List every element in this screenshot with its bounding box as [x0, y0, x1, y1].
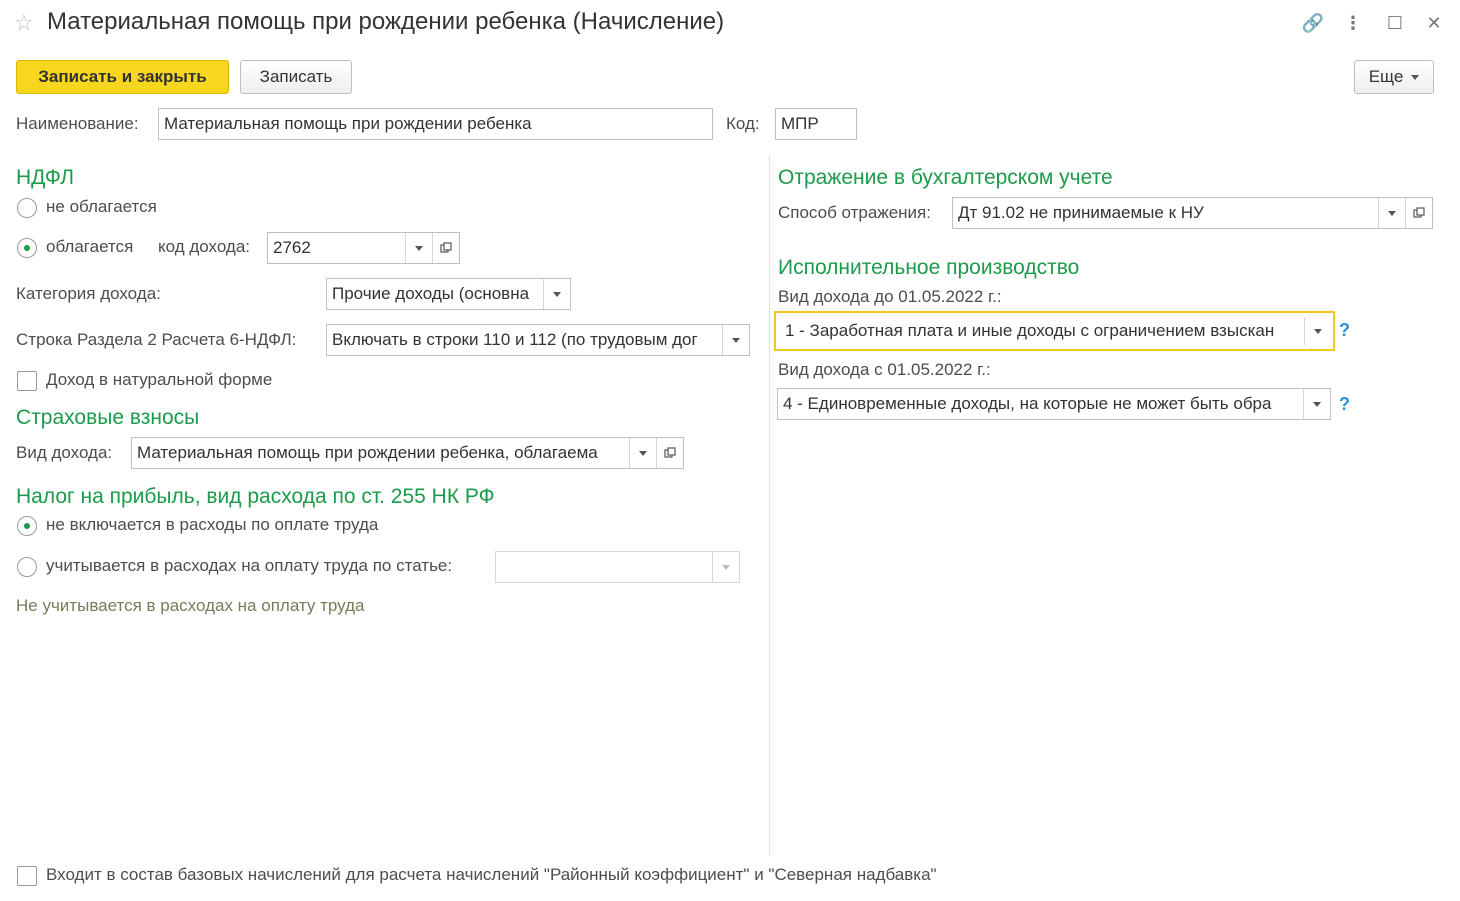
more-button-label: Еще	[1368, 67, 1404, 86]
help-icon[interactable]: ?	[1339, 394, 1350, 415]
accounting-method-select[interactable]: Дт 91.02 не принимаемые к НУ	[952, 197, 1433, 229]
open-icon[interactable]	[1405, 198, 1432, 228]
not-included-radio[interactable]	[17, 516, 37, 536]
included-label[interactable]: учитывается в расходах на оплату труда п…	[46, 556, 452, 576]
ndfl-line-select[interactable]: Включать в строки 110 и 112 (по трудовым…	[326, 324, 750, 356]
code-field[interactable]: МПР	[775, 108, 857, 140]
ndfl-header: НДФЛ	[16, 166, 74, 189]
more-button[interactable]: Еще	[1354, 60, 1434, 94]
name-label: Наименование:	[16, 114, 139, 133]
category-select[interactable]: Прочие доходы (основна	[326, 278, 571, 310]
maximize-icon[interactable]: ☐	[1382, 10, 1408, 36]
ndfl-taxed-radio[interactable]	[17, 238, 37, 258]
in-kind-checkbox[interactable]	[17, 371, 37, 391]
ndfl-taxed-label[interactable]: облагается	[46, 237, 133, 257]
dropdown-arrow-icon[interactable]	[1378, 198, 1405, 228]
before-date-value: 1 - Заработная плата и иные доходы с огр…	[785, 321, 1275, 340]
insurance-income-value: Материальная помощь при рождении ребенка…	[137, 443, 598, 462]
link-icon[interactable]: 🔗	[1300, 10, 1326, 36]
profit-tax-hint: Не учитывается в расходах на оплату труд…	[16, 596, 365, 615]
window-title: Материальная помощь при рождении ребенка…	[47, 8, 725, 35]
favorite-star-icon[interactable]: ☆	[14, 10, 34, 36]
after-date-select[interactable]: 4 - Единовременные доходы, на которые не…	[777, 388, 1331, 420]
name-value: Материальная помощь при рождении ребенка	[164, 114, 532, 133]
dropdown-arrow-icon[interactable]	[722, 325, 749, 355]
after-date-value: 4 - Единовременные доходы, на которые не…	[783, 394, 1272, 413]
category-label: Категория дохода:	[16, 284, 161, 303]
category-value: Прочие доходы (основна	[332, 284, 530, 303]
income-code-value: 2762	[273, 238, 311, 257]
dropdown-arrow-icon[interactable]	[543, 279, 570, 309]
help-icon[interactable]: ?	[1339, 320, 1350, 341]
insurance-header: Страховые взносы	[16, 406, 200, 429]
dropdown-arrow-icon[interactable]	[712, 552, 739, 582]
close-icon[interactable]: ✕	[1421, 10, 1447, 36]
ndfl-line-value: Включать в строки 110 и 112 (по трудовым…	[332, 330, 698, 349]
included-radio[interactable]	[17, 557, 37, 577]
dropdown-arrow-icon[interactable]	[629, 438, 656, 468]
ndfl-not-taxed-label[interactable]: не облагается	[46, 197, 157, 217]
article-select[interactable]	[495, 551, 740, 583]
dropdown-arrow-icon[interactable]	[405, 233, 432, 263]
ndfl-line-label: Строка Раздела 2 Расчета 6-НДФЛ:	[16, 330, 297, 349]
dropdown-arrow-icon[interactable]	[1303, 389, 1330, 419]
code-value: МПР	[781, 114, 819, 133]
income-code-label: код дохода:	[158, 237, 251, 256]
open-icon[interactable]	[656, 438, 683, 468]
base-accruals-checkbox[interactable]	[17, 866, 37, 886]
ndfl-not-taxed-radio[interactable]	[17, 198, 37, 218]
dropdown-arrow-icon[interactable]	[1304, 317, 1331, 345]
save-close-button[interactable]: Записать и закрыть	[16, 60, 229, 94]
enforcement-header: Исполнительное производство	[778, 256, 1080, 279]
before-date-select[interactable]: 1 - Заработная плата и иные доходы с огр…	[774, 311, 1335, 351]
chevron-down-icon	[1411, 74, 1420, 80]
code-label: Код:	[726, 114, 760, 133]
more-vertical-icon[interactable]: ⋮	[1340, 10, 1366, 36]
base-accruals-label[interactable]: Входит в состав базовых начислений для р…	[46, 865, 937, 885]
open-icon[interactable]	[432, 233, 459, 263]
in-kind-label[interactable]: Доход в натуральной форме	[46, 370, 272, 390]
income-code-field[interactable]: 2762	[267, 232, 460, 264]
not-included-label[interactable]: не включается в расходы по оплате труда	[46, 515, 378, 535]
insurance-income-select[interactable]: Материальная помощь при рождении ребенка…	[131, 437, 684, 469]
before-date-label: Вид дохода до 01.05.2022 г.:	[778, 287, 1002, 306]
accounting-method-value: Дт 91.02 не принимаемые к НУ	[958, 203, 1204, 222]
insurance-income-label: Вид дохода:	[16, 443, 113, 462]
accounting-header: Отражение в бухгалтерском учете	[778, 166, 1113, 189]
name-field[interactable]: Материальная помощь при рождении ребенка	[158, 108, 713, 140]
accounting-method-label: Способ отражения:	[778, 203, 931, 222]
after-date-label: Вид дохода с 01.05.2022 г.:	[778, 360, 991, 379]
profit-tax-header: Налог на прибыль, вид расхода по ст. 255…	[16, 485, 495, 508]
save-button[interactable]: Записать	[240, 60, 352, 94]
column-divider	[769, 156, 770, 856]
